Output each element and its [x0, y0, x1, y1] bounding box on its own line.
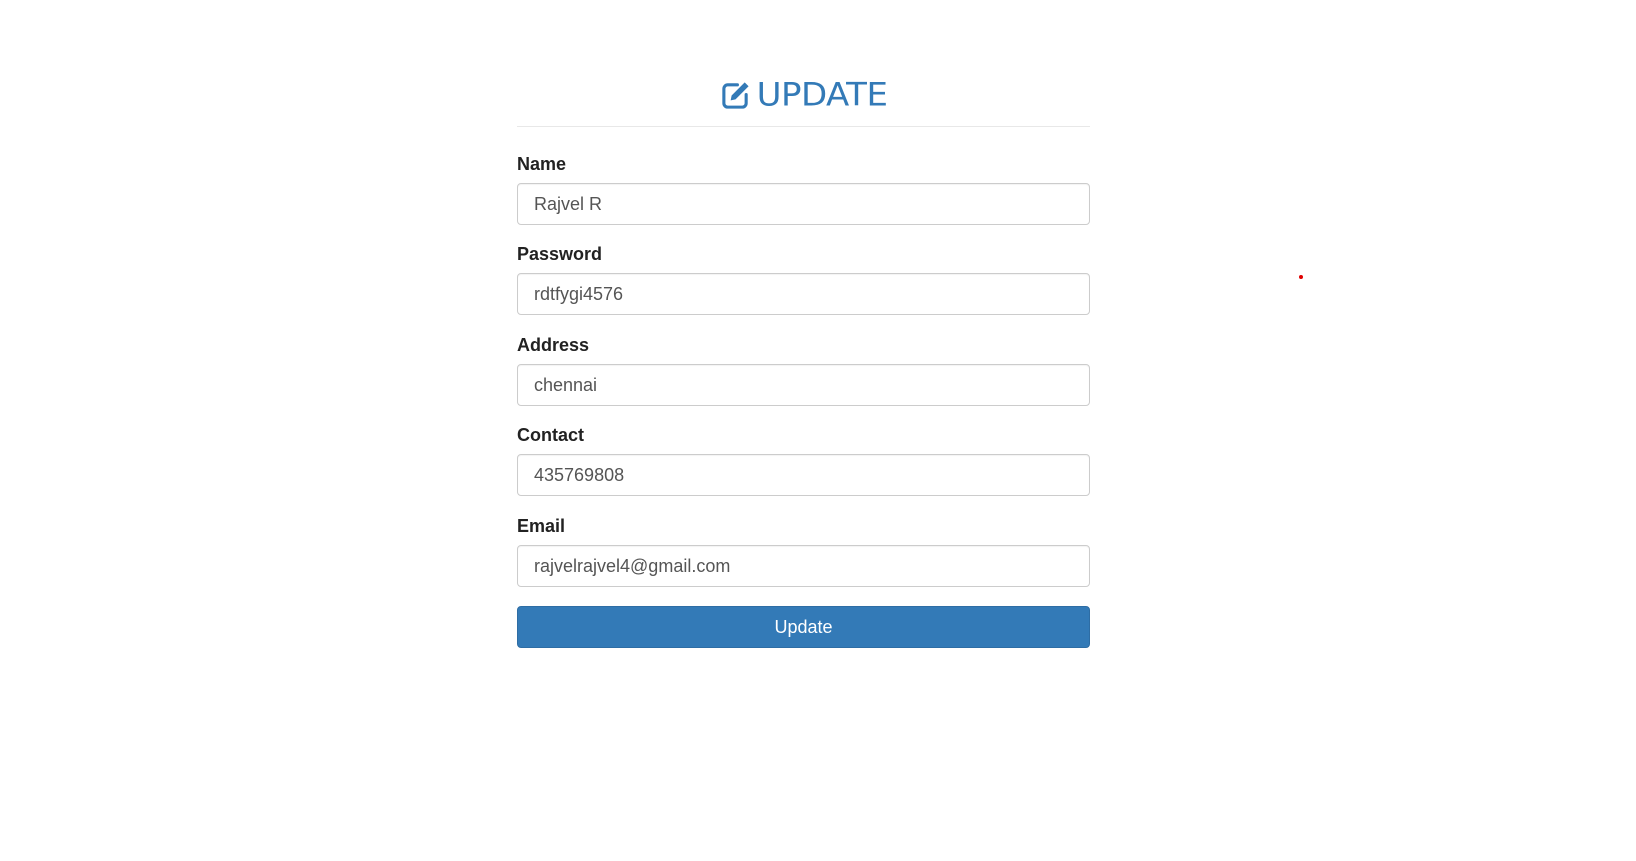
update-form: UPDATE Name Password Address Contact Ema…: [517, 70, 1090, 648]
contact-field-group: Contact: [517, 425, 1090, 496]
page-header: UPDATE: [517, 70, 1090, 127]
name-field-group: Name: [517, 154, 1090, 225]
contact-label: Contact: [517, 425, 584, 445]
name-input[interactable]: [517, 183, 1090, 225]
address-label: Address: [517, 335, 590, 355]
cursor-dot: [1299, 275, 1303, 279]
update-button[interactable]: Update: [517, 606, 1090, 648]
address-field-group: Address: [517, 335, 1090, 406]
page-title: UPDATE: [756, 76, 888, 114]
password-field-group: Password: [517, 244, 1090, 315]
contact-input[interactable]: [517, 454, 1090, 496]
email-field-group: Email: [517, 516, 1090, 587]
page: UPDATE Name Password Address Contact Ema…: [0, 0, 1636, 861]
password-label: Password: [517, 244, 603, 264]
password-input[interactable]: [517, 273, 1090, 315]
address-input[interactable]: [517, 364, 1090, 406]
email-label: Email: [517, 516, 566, 536]
name-label: Name: [517, 154, 567, 174]
email-input[interactable]: [517, 545, 1090, 587]
edit-icon: [720, 80, 751, 111]
